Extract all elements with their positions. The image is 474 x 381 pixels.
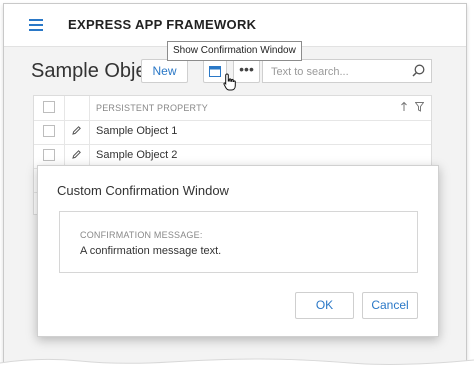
sort-arrow-icon[interactable] — [400, 101, 408, 112]
hand-cursor-icon — [223, 73, 236, 91]
app-title: EXPRESS APP FRAMEWORK — [68, 17, 257, 32]
filter-icon[interactable] — [415, 102, 424, 112]
message-text: A confirmation message text. — [80, 245, 222, 257]
cancel-button[interactable]: Cancel — [362, 292, 418, 319]
dialog-title: Custom Confirmation Window — [57, 183, 229, 198]
table-row[interactable]: Sample Object 1 — [34, 120, 431, 145]
window-icon — [209, 66, 221, 77]
row-label: Sample Object 2 — [96, 149, 178, 161]
pencil-edit-icon[interactable] — [71, 149, 82, 160]
message-label: CONFIRMATION MESSAGE: — [80, 230, 203, 240]
select-all-checkbox[interactable] — [43, 101, 55, 113]
search-icon[interactable] — [412, 64, 425, 77]
search-input[interactable] — [269, 61, 403, 83]
column-header[interactable]: PERSISTENT PROPERTY — [96, 103, 208, 113]
grid-header-row: PERSISTENT PROPERTY — [34, 96, 431, 121]
new-button[interactable]: New — [141, 59, 188, 83]
row-checkbox[interactable] — [43, 149, 55, 161]
row-label: Sample Object 1 — [96, 125, 178, 137]
search-box — [262, 59, 432, 83]
hamburger-menu-icon[interactable] — [29, 19, 43, 31]
pencil-edit-icon[interactable] — [71, 125, 82, 136]
confirmation-dialog: Custom Confirmation Window CONFIRMATION … — [37, 165, 439, 337]
torn-edge-decoration — [0, 358, 474, 381]
more-actions-button[interactable]: ••• — [233, 59, 260, 83]
ok-button[interactable]: OK — [295, 292, 354, 319]
app-window: EXPRESS APP FRAMEWORK Sample Object New … — [3, 3, 467, 367]
tooltip: Show Confirmation Window — [167, 41, 302, 61]
message-box: CONFIRMATION MESSAGE: A confirmation mes… — [59, 211, 418, 273]
row-checkbox[interactable] — [43, 125, 55, 137]
